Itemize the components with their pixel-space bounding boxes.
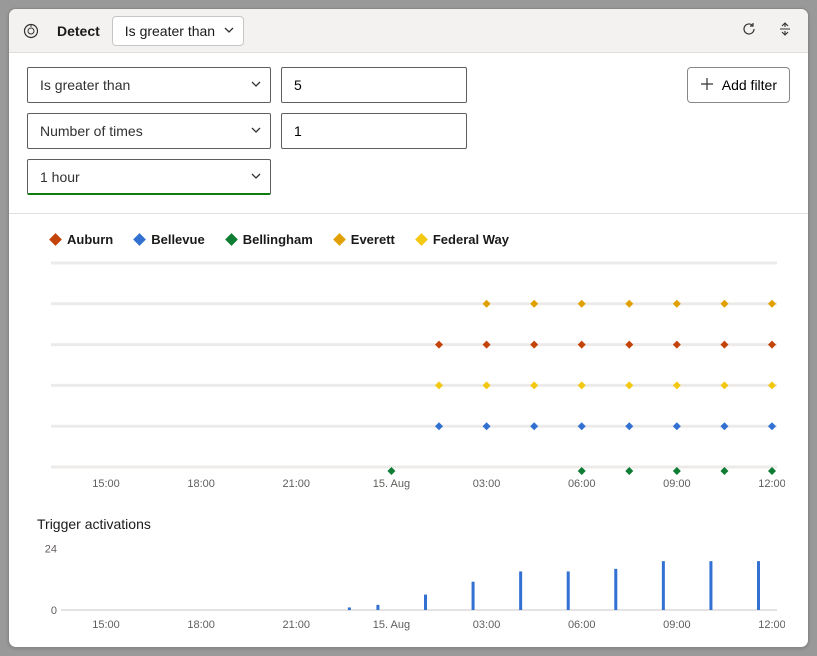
plus-icon <box>700 77 714 94</box>
step-pill-label: Is greater than <box>125 23 215 39</box>
refresh-button[interactable] <box>734 16 764 46</box>
refresh-icon <box>741 21 757 40</box>
scatter-chart: 15:00 18:00 21:00 15. Aug 03:00 06:00 09:00 12:… <box>33 257 785 495</box>
svg-text:15. Aug: 15. Aug <box>373 619 410 631</box>
count-input-wrap <box>281 113 467 149</box>
svg-text:24: 24 <box>45 543 57 555</box>
diamond-icon <box>225 233 238 246</box>
add-filter-button[interactable]: Add filter <box>687 67 790 103</box>
bar-chart-title: Trigger activations <box>37 516 784 532</box>
window-select[interactable]: 1 hour <box>27 159 271 195</box>
svg-text:21:00: 21:00 <box>283 619 311 631</box>
window-select-label: 1 hour <box>40 169 80 185</box>
window: Detect Is greater than Is greater than <box>8 8 809 648</box>
diamond-icon <box>49 233 62 246</box>
legend-item[interactable]: Federal Way <box>417 232 509 247</box>
legend-label: Auburn <box>67 232 113 247</box>
threshold-input[interactable] <box>294 77 458 93</box>
filters-panel: Is greater than Add filter Number of tim… <box>9 53 808 213</box>
svg-text:15:00: 15:00 <box>92 478 120 490</box>
operator-select[interactable]: Is greater than <box>27 67 271 103</box>
svg-text:06:00: 06:00 <box>568 619 596 631</box>
chevron-down-icon <box>223 23 235 39</box>
diamond-icon <box>133 233 146 246</box>
collapse-button[interactable] <box>770 16 800 46</box>
legend-item[interactable]: Everett <box>335 232 395 247</box>
svg-text:03:00: 03:00 <box>473 619 501 631</box>
diamond-icon <box>415 233 428 246</box>
svg-text:09:00: 09:00 <box>663 619 691 631</box>
detect-label: Detect <box>51 23 106 39</box>
svg-text:12:00: 12:00 <box>758 619 785 631</box>
svg-text:21:00: 21:00 <box>283 478 311 490</box>
svg-text:15. Aug: 15. Aug <box>373 478 410 490</box>
legend-item[interactable]: Bellevue <box>135 232 204 247</box>
chevron-down-icon <box>250 169 262 185</box>
legend-label: Bellevue <box>151 232 204 247</box>
operator-select-label: Is greater than <box>40 77 130 93</box>
count-input[interactable] <box>294 123 458 139</box>
legend-item[interactable]: Bellingham <box>227 232 313 247</box>
collapse-icon <box>777 21 793 40</box>
legend-item[interactable]: Auburn <box>51 232 113 247</box>
toolbar: Detect Is greater than <box>9 9 808 53</box>
legend-label: Everett <box>351 232 395 247</box>
legend-label: Bellingham <box>243 232 313 247</box>
svg-text:12:00: 12:00 <box>758 478 785 490</box>
chevron-down-icon <box>250 77 262 93</box>
svg-text:09:00: 09:00 <box>663 478 691 490</box>
svg-text:06:00: 06:00 <box>568 478 596 490</box>
add-filter-label: Add filter <box>722 77 777 93</box>
legend: Auburn Bellevue Bellingham Everett Federal W… <box>51 232 784 247</box>
threshold-input-wrap <box>281 67 467 103</box>
count-select-label: Number of times <box>40 123 143 139</box>
diamond-icon <box>333 233 346 246</box>
svg-text:0: 0 <box>51 605 57 617</box>
pipeline-config-icon <box>17 17 45 45</box>
svg-text:03:00: 03:00 <box>473 478 501 490</box>
chevron-down-icon <box>250 123 262 139</box>
legend-label: Federal Way <box>433 232 509 247</box>
bar-chart: 0 24 15:00 18:00 21:00 15. Aug 03:00 06:00 09:00… <box>33 534 785 634</box>
count-select[interactable]: Number of times <box>27 113 271 149</box>
chart-zone: Auburn Bellevue Bellingham Everett Federal W… <box>9 214 808 647</box>
svg-text:15:00: 15:00 <box>92 619 120 631</box>
svg-text:18:00: 18:00 <box>187 619 215 631</box>
step-pill[interactable]: Is greater than <box>112 16 244 46</box>
svg-text:18:00: 18:00 <box>187 478 215 490</box>
